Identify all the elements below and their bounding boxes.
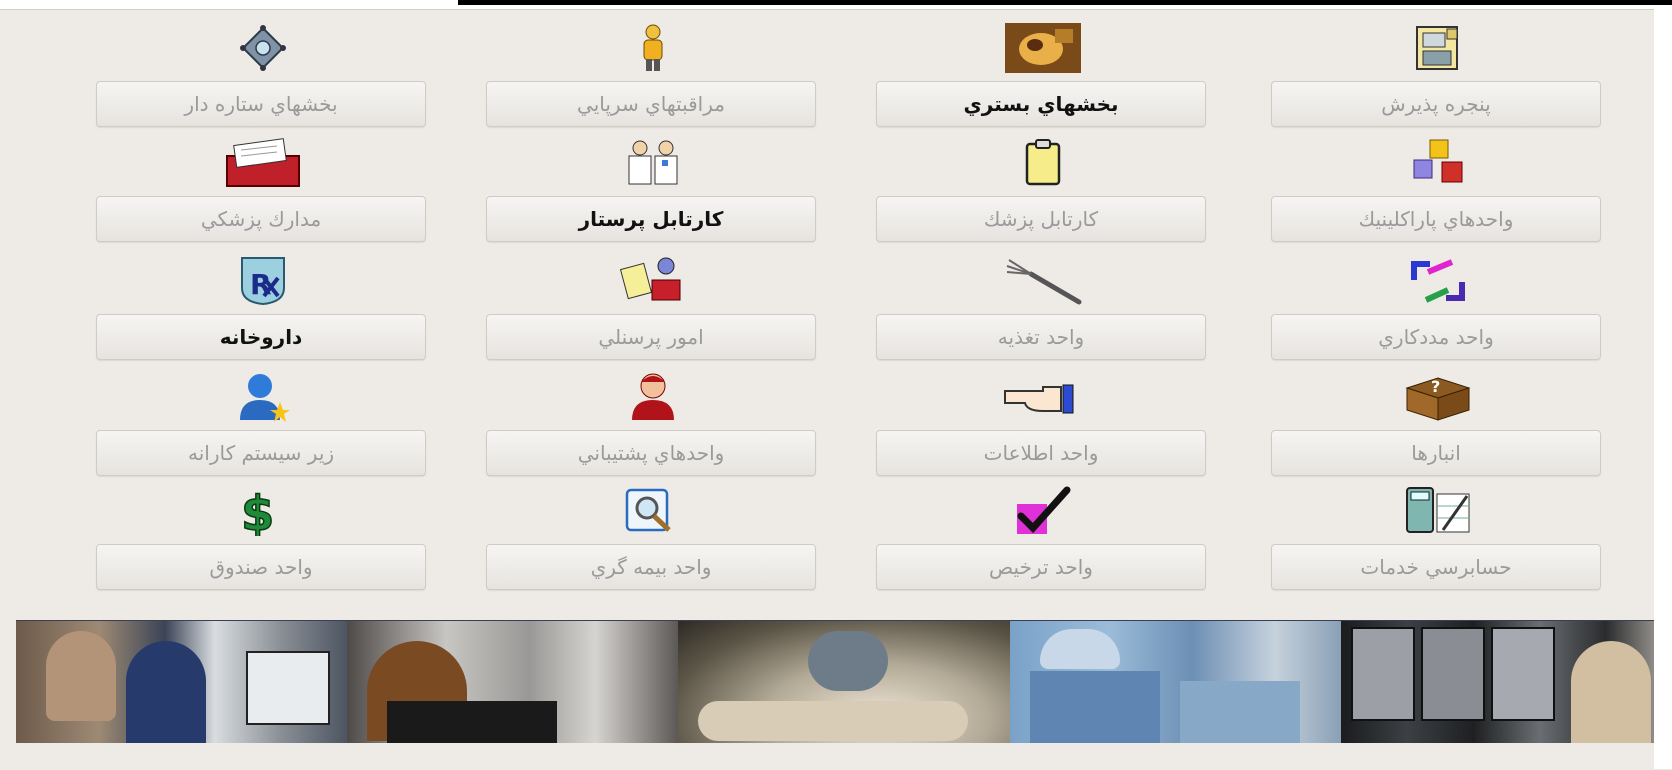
main-panel: بخشهاي ستاره دار مراقبتهاي سرپايي بخشهاي… bbox=[0, 9, 1672, 770]
warehouses-button[interactable]: انبارها bbox=[1271, 430, 1601, 476]
nurse-cartable-button[interactable]: كارتابل پرستار bbox=[486, 196, 816, 242]
admission-window-button[interactable]: پنجره پذيرش bbox=[1271, 81, 1601, 127]
doctor-cartable-button[interactable]: كارتابل پزشك bbox=[876, 196, 1206, 242]
photo-icon bbox=[1003, 19, 1083, 77]
user-red-icon bbox=[613, 368, 693, 426]
user-star-icon bbox=[223, 368, 303, 426]
outpatient-care-button[interactable]: مراقبتهاي سرپايي bbox=[486, 81, 816, 127]
rx-pharmacy-icon: R bbox=[223, 252, 303, 310]
insurance-unit-button[interactable]: واحد بيمه گري bbox=[486, 544, 816, 590]
svg-text:$: $ bbox=[241, 486, 274, 536]
pointing-hand-icon bbox=[1003, 368, 1083, 426]
clipboard-icon bbox=[1003, 134, 1083, 192]
arrows-exchange-icon bbox=[1398, 252, 1478, 310]
information-unit-button[interactable]: واحد اطلاعات bbox=[876, 430, 1206, 476]
checkmark-icon bbox=[1003, 482, 1083, 540]
calculator-icon bbox=[1398, 482, 1478, 540]
svg-text:?: ? bbox=[1431, 377, 1440, 396]
pharmacy-button[interactable]: داروخانه bbox=[96, 314, 426, 360]
paraclinic-units-button[interactable]: واحدهاي پاراكلينيك bbox=[1271, 196, 1601, 242]
cashier-unit-button[interactable]: واحد صندوق bbox=[96, 544, 426, 590]
inpatient-wards-button[interactable]: بخشهاي بستري bbox=[876, 81, 1206, 127]
support-units-button[interactable]: واحدهاي پشتيباني bbox=[486, 430, 816, 476]
cubes-icon bbox=[1398, 134, 1478, 192]
scanner-photo bbox=[678, 621, 1010, 743]
nutrition-unit-button[interactable]: واحد تغذيه bbox=[876, 314, 1206, 360]
doctors-xray-photo bbox=[16, 621, 348, 743]
right-edge bbox=[1654, 9, 1672, 769]
social-work-unit-button[interactable]: واحد مددكاري bbox=[1271, 314, 1601, 360]
radiology-screens-photo bbox=[1340, 621, 1672, 743]
person-icon bbox=[613, 19, 693, 77]
question-box-icon: ? bbox=[1398, 368, 1478, 426]
services-audit-button[interactable]: حسابرسي خدمات bbox=[1271, 544, 1601, 590]
star-ornament-icon bbox=[223, 19, 303, 77]
top-bar bbox=[458, 0, 1672, 5]
magnifier-icon bbox=[613, 482, 693, 540]
module-grid: بخشهاي ستاره دار مراقبتهاي سرپايي بخشهاي… bbox=[0, 10, 1672, 610]
card-file-icon bbox=[223, 134, 303, 192]
personnel-icon bbox=[613, 252, 693, 310]
fork-icon bbox=[1003, 252, 1083, 310]
personnel-affairs-button[interactable]: امور پرسنلي bbox=[486, 314, 816, 360]
starred-wards-button[interactable]: بخشهاي ستاره دار bbox=[96, 81, 426, 127]
cash-register-icon bbox=[1398, 19, 1478, 77]
discharge-unit-button[interactable]: واحد ترخيص bbox=[876, 544, 1206, 590]
karaneh-subsystem-button[interactable]: زير سيستم كارانه bbox=[96, 430, 426, 476]
medical-records-button[interactable]: مدارك پزشكي bbox=[96, 196, 426, 242]
dollar-icon: $ bbox=[223, 482, 303, 540]
banner-image bbox=[16, 620, 1672, 743]
xray-review-photo bbox=[347, 621, 679, 743]
surgery-photo bbox=[1009, 621, 1341, 743]
medical-staff-icon bbox=[613, 134, 693, 192]
